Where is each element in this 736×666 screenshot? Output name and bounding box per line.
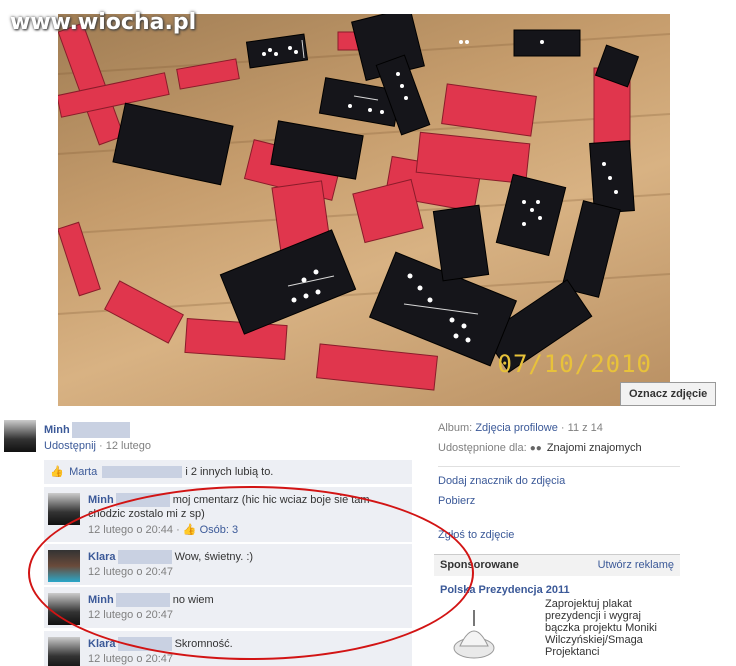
shared-value[interactable]: Znajomi znajomych [547, 442, 642, 454]
watermark-domain: .wiocha.pl [69, 10, 197, 35]
domino-photo[interactable]: 07/10/2010 [58, 14, 670, 406]
redaction-block [71, 422, 130, 438]
redaction-block [117, 637, 172, 652]
add-tag-row: Dodaj znacznik do zdjęcia [438, 473, 680, 493]
report-link[interactable]: Zgłoś to zdjęcie [438, 529, 514, 541]
redaction-block [115, 593, 170, 608]
post-date: · 12 lutego [99, 440, 152, 452]
comment-text: Wow, świetny. :) [174, 551, 254, 563]
photo-sidebar: Album: Zdjęcia profilowe · 11 z 14 Udost… [438, 420, 680, 547]
album-link[interactable]: Zdjęcia profilowe [475, 422, 558, 434]
ad-description: Zaprojektuj plakat prezydencji i wygraj … [545, 598, 657, 658]
spinning-top-icon [453, 610, 495, 659]
comment-date: 12 lutego o 20:47 [88, 566, 174, 579]
owner-meta: Udostępnij · 12 lutego [44, 440, 151, 452]
thumbs-up-icon: 👍 [182, 524, 197, 537]
sponsored-title: Sponsorowane [440, 559, 519, 571]
comment-body: Klara Skromność. [88, 637, 408, 652]
commenter-name[interactable]: Klara [88, 638, 116, 650]
album-label: Album: [438, 422, 473, 434]
privacy-row: Udostępnione dla: ●● Znajomi znajomych [438, 440, 680, 460]
watermark-prefix: www [10, 10, 70, 35]
redaction-block [117, 550, 172, 565]
comment-text: no wiem [172, 594, 214, 606]
comment-meta: 12 lutego o 20:44 · 👍 Osób: 3 [88, 523, 408, 536]
download-link[interactable]: Pobierz [438, 495, 475, 507]
comment-date: 12 lutego o 20:47 [88, 653, 174, 666]
comment-item: Klara Wow, świetny. :) 12 lutego o 20:47 [44, 543, 412, 585]
people-icon: ●● [529, 443, 542, 454]
comment-item: Minh moj cmentarz (hic hic wciaz boje si… [44, 486, 412, 542]
comment-body: Minh no wiem [88, 593, 408, 608]
report-row: Zgłoś to zdjęcie [438, 527, 680, 547]
tag-photo-button[interactable]: Oznacz zdjęcie [620, 382, 717, 406]
owner-name[interactable]: Minh [44, 422, 130, 438]
comment-body: Klara Wow, świetny. :) [88, 550, 408, 565]
likes-text: i 2 innych lubią to. [185, 466, 274, 478]
share-link[interactable]: Udostępnij [44, 440, 96, 452]
comment-likes-link[interactable]: Osób: 3 [200, 524, 239, 536]
commenter-avatar[interactable] [48, 493, 80, 525]
add-tag-link[interactable]: Dodaj znacznik do zdjęcia [438, 475, 565, 487]
commenter-name[interactable]: Klara [88, 551, 116, 563]
commenter-avatar[interactable] [48, 593, 80, 625]
sponsored-header: Sponsorowane Utwórz reklamę [434, 554, 680, 576]
comment-date: 12 lutego o 20:47 [88, 609, 174, 622]
thumbs-up-icon: 👍 [50, 466, 64, 478]
domino-scene [58, 14, 670, 391]
album-count: · 11 z 14 [560, 422, 603, 434]
ad-image[interactable] [440, 602, 536, 662]
ad-title[interactable]: Polska Prezydencja 2011 [440, 584, 570, 596]
divider [438, 466, 680, 467]
photo-owner: Minh Udostępnij · 12 lutego [4, 420, 414, 456]
commenter-avatar[interactable] [48, 550, 80, 582]
comment-date: 12 lutego o 20:44 [88, 524, 174, 537]
photo-date-stamp: 07/10/2010 [497, 350, 652, 378]
liker-name[interactable]: Marta [69, 466, 97, 478]
comment-item: Minh no wiem 12 lutego o 20:47 [44, 586, 412, 628]
comment-item: Klara Skromność. 12 lutego o 20:47 [44, 630, 412, 666]
owner-avatar[interactable] [4, 420, 36, 452]
comment-text: Skromność. [174, 638, 233, 650]
download-row: Pobierz [438, 493, 680, 513]
comment-body: Minh moj cmentarz (hic hic wciaz boje si… [88, 493, 408, 521]
commenter-name[interactable]: Minh [88, 594, 114, 606]
create-ad-link[interactable]: Utwórz reklamę [598, 559, 674, 571]
commenter-name[interactable]: Minh [88, 494, 114, 506]
likes-bar: 👍 Marta i 2 innych lubią to. [44, 460, 412, 484]
site-watermark: www.wiocha.pl [10, 10, 196, 35]
photo-viewer: 07/10/2010 Oznacz zdjęcie [0, 0, 736, 412]
redaction-block [115, 493, 170, 508]
album-row: Album: Zdjęcia profilowe · 11 z 14 [438, 420, 680, 440]
commenter-avatar[interactable] [48, 637, 80, 666]
shared-label: Udostępnione dla: [438, 442, 527, 454]
redaction-block [102, 466, 183, 479]
comment-separator: · [176, 524, 183, 537]
